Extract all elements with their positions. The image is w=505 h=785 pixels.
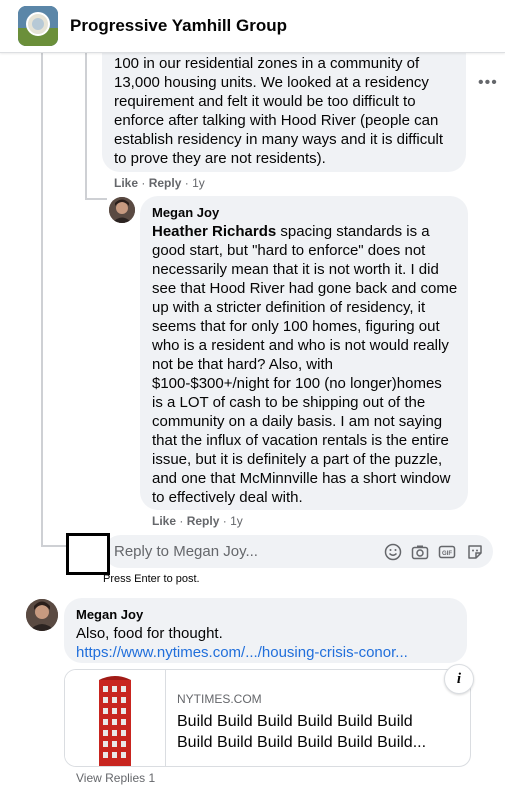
gif-icon[interactable]: GIF <box>438 543 456 561</box>
comment-line: seems that for only 100 homes, figuring … <box>152 318 440 335</box>
group-header: Progressive Yamhill Group <box>0 0 505 53</box>
timestamp[interactable]: 1y <box>192 176 205 190</box>
comment-actions: Like · Reply · 1y <box>114 176 205 190</box>
comment-line: and one that McMinnville has a short win… <box>152 470 451 487</box>
comment-line: issue, but it is definitely a part of th… <box>152 451 443 468</box>
comment-line: Heather Richards spacing standards is a <box>152 222 464 241</box>
separator: · <box>222 514 227 528</box>
comment-body: Megan Joy Heather Richards spacing stand… <box>152 205 464 507</box>
comment-bubble: Megan Joy Heather Richards spacing stand… <box>140 196 468 510</box>
link-preview-card[interactable]: NYTIMES.COM Build Build Build Build Buil… <box>64 669 471 767</box>
view-replies-link[interactable]: View Replies 1 <box>76 771 155 785</box>
avatar[interactable] <box>109 197 135 223</box>
redaction-box <box>66 533 110 575</box>
comment-author[interactable]: Megan Joy <box>76 607 466 623</box>
group-name[interactable]: Progressive Yamhill Group <box>70 16 287 36</box>
thread-line <box>41 52 43 547</box>
sticker-icon[interactable] <box>466 543 484 561</box>
comment-line: to prove they are not residents). <box>114 150 326 167</box>
separator: · <box>184 176 189 190</box>
reply-link[interactable]: Reply <box>149 176 182 190</box>
more-options-icon[interactable]: ••• <box>478 74 498 92</box>
like-link[interactable]: Like <box>114 176 138 190</box>
link-title-line: Build Build Build Build Build Build... <box>177 734 427 751</box>
emoji-icon[interactable] <box>384 543 402 561</box>
comment-author[interactable]: Megan Joy <box>152 205 464 221</box>
comment-body: Megan Joy Also, food for thought. https:… <box>76 607 466 662</box>
timestamp[interactable]: 1y <box>230 514 243 528</box>
comment-line: that the influx of vacation rentals is t… <box>152 432 449 449</box>
comment-line: $100-$300+/night for 100 (no longer)home… <box>152 375 442 392</box>
thread-line <box>85 52 87 200</box>
article-link[interactable]: https://www.nytimes.com/.../housing-cris… <box>76 644 408 661</box>
mention-link[interactable]: Heather Richards <box>152 223 276 240</box>
comment-line: community on a daily basis. I am not say… <box>152 413 443 430</box>
like-link[interactable]: Like <box>152 514 176 528</box>
reply-placeholder: Reply to Megan Joy... <box>114 543 258 560</box>
reply-link[interactable]: Reply <box>187 514 220 528</box>
comment-line: up with a stricter definition of residen… <box>152 299 426 316</box>
comment-line: requirement and felt it would be too dif… <box>114 93 416 110</box>
comment-text: Also, food for thought. <box>76 625 223 642</box>
separator: · <box>179 514 184 528</box>
thread-line <box>41 545 66 547</box>
comment-bubble: Megan Joy Also, food for thought. https:… <box>64 598 467 663</box>
comment-line: to effectively deal with. <box>152 489 303 506</box>
group-avatar[interactable] <box>18 6 58 46</box>
comment-line: who is a resident and who is not would r… <box>152 337 449 354</box>
thread-line <box>85 198 107 200</box>
link-title-line: Build Build Build Build Build Build <box>177 713 413 730</box>
comment-line: establish residency in many ways and it … <box>114 131 444 148</box>
reply-input[interactable]: Reply to Megan Joy... GIF <box>104 535 493 568</box>
comment-line: 100 in our residential zones in a commun… <box>114 55 420 72</box>
comment-actions: Like · Reply · 1y <box>152 514 243 528</box>
comment-line: is a LOT of cash to be shipping out of t… <box>152 394 426 411</box>
article-thumbnail[interactable] <box>65 670 166 766</box>
comment-text: spacing standards is a <box>276 223 430 240</box>
comment-bubble: 100 in our residential zones in a commun… <box>102 42 466 172</box>
comment-text: 100 in our residential zones in a commun… <box>114 54 464 168</box>
press-enter-hint: Press Enter to post. <box>103 573 200 585</box>
link-source: NYTIMES.COM <box>177 692 262 706</box>
comment-line: 13,000 housing units. We looked at a res… <box>114 74 429 91</box>
camera-icon[interactable] <box>411 543 429 561</box>
svg-text:GIF: GIF <box>442 551 452 557</box>
comment-line: good start, but "hard to enforce" does n… <box>152 242 426 259</box>
info-icon[interactable]: i <box>444 664 474 694</box>
link-title[interactable]: Build Build Build Build Build Build Buil… <box>177 711 447 753</box>
comment-line: enforce after talking with Hood River (p… <box>114 112 439 129</box>
comment-line: see that Hood River had gone back and co… <box>152 280 458 297</box>
separator: · <box>141 176 146 190</box>
comment-line: not be that hard? Also, with <box>152 356 333 373</box>
avatar[interactable] <box>26 599 58 631</box>
comment-line: necessarily mean that it is not worth it… <box>152 261 439 278</box>
